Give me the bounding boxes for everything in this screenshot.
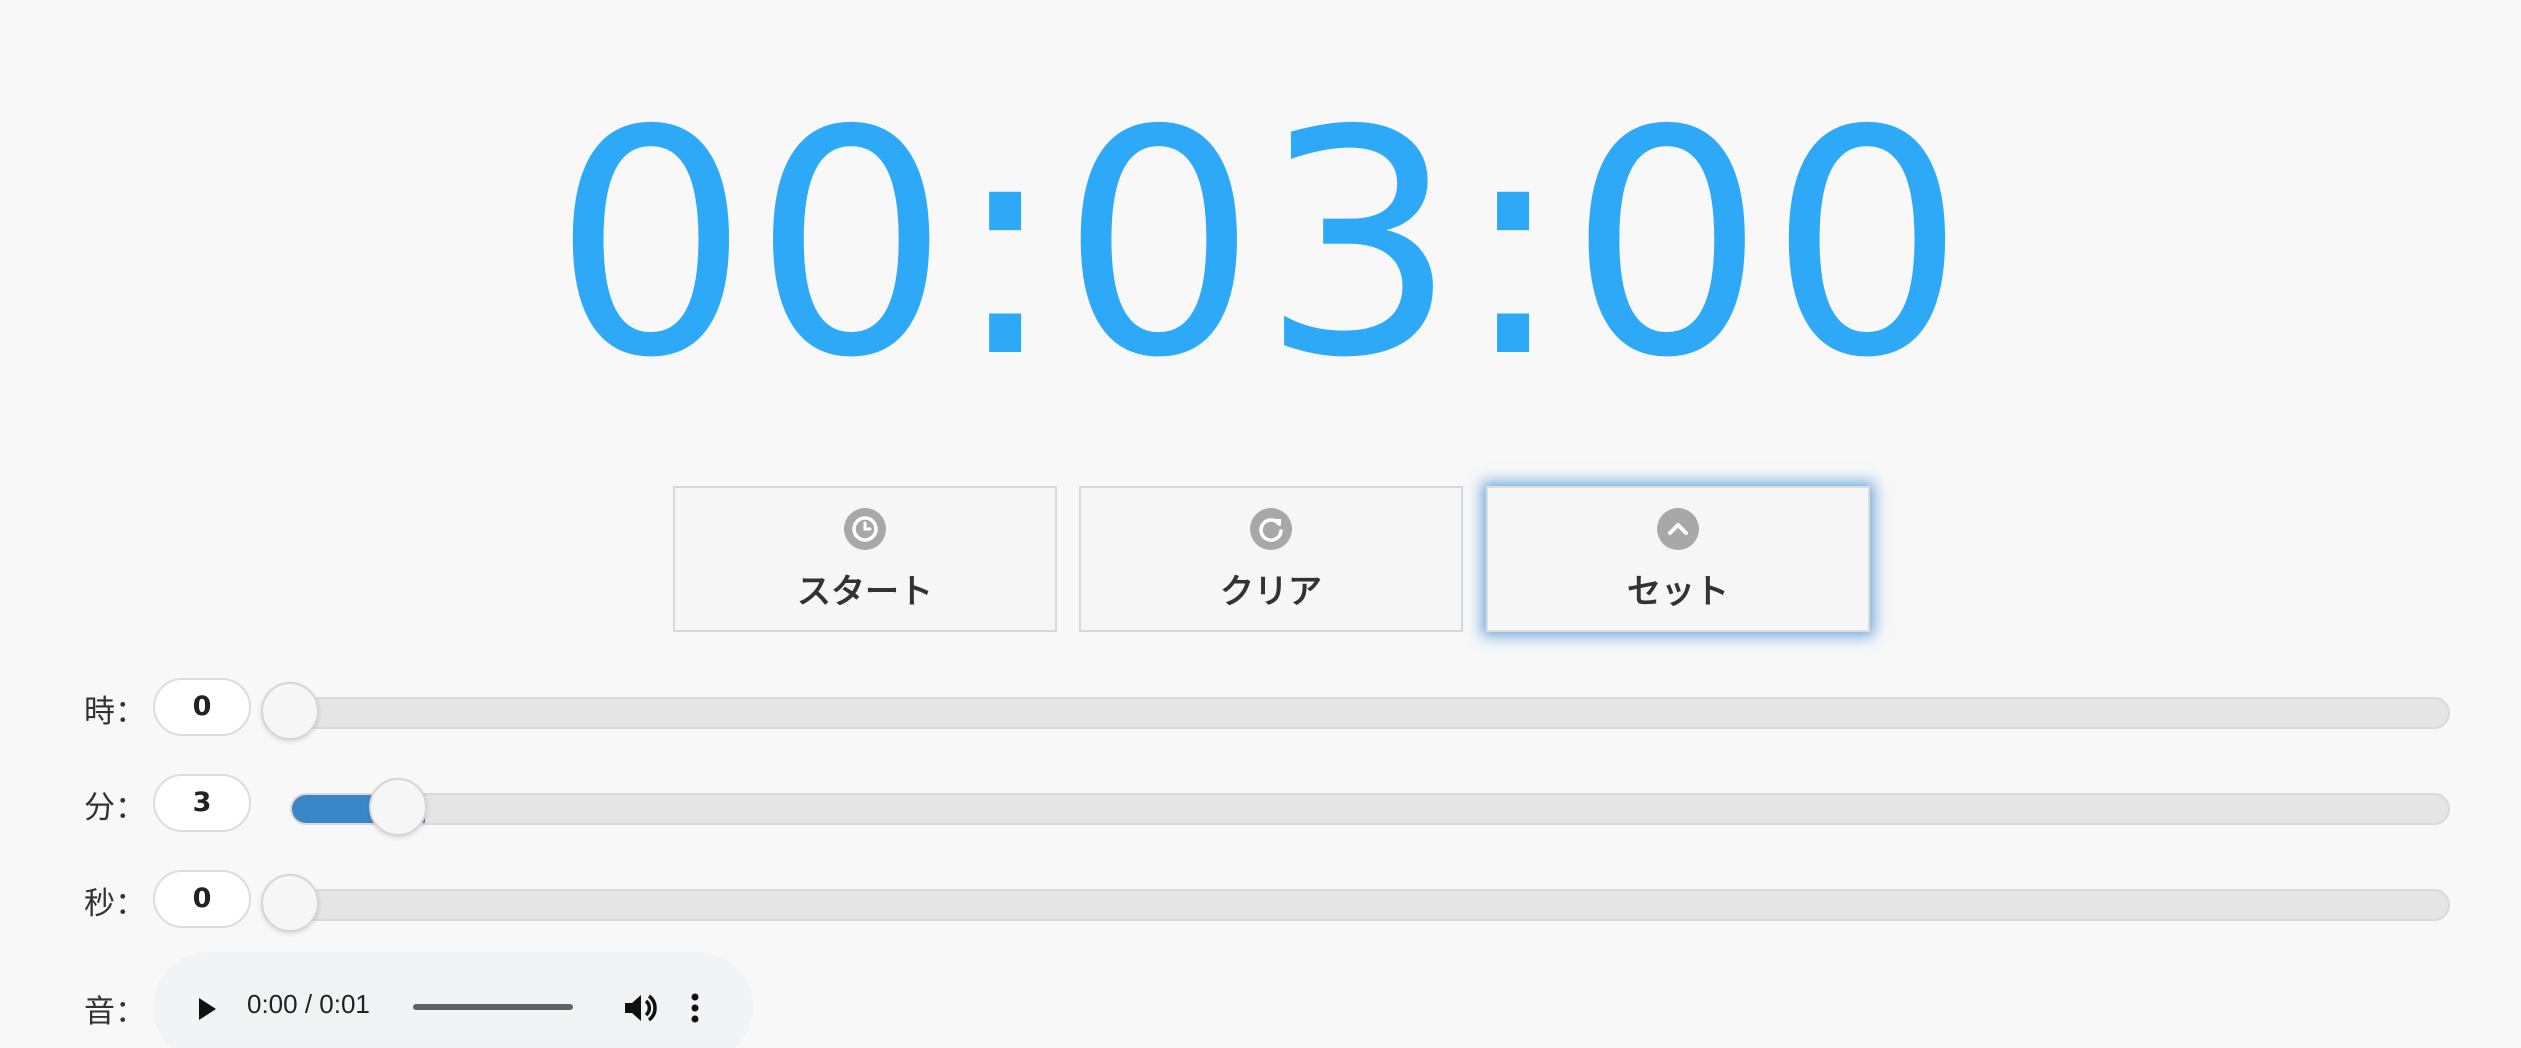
play-icon[interactable] [191, 994, 221, 1024]
clear-button[interactable]: クリア [1079, 486, 1463, 632]
audio-progress-bar[interactable] [413, 1004, 573, 1010]
volume-icon[interactable] [620, 988, 660, 1028]
hours-slider-track[interactable] [290, 697, 2450, 729]
refresh-icon [1250, 508, 1292, 550]
timer-page: 00:03:00 スタート クリア セット 時： 0 分： 3 秒： 0 音： … [0, 0, 2521, 1048]
seconds-slider-track[interactable] [290, 889, 2450, 921]
minutes-slider-thumb[interactable] [369, 778, 427, 836]
hours-row: 時： 0 [0, 678, 2521, 740]
seconds-row: 秒： 0 [0, 870, 2521, 932]
hours-value[interactable]: 0 [153, 678, 251, 736]
seconds-label: 秒： [84, 886, 146, 922]
minutes-label: 分： [84, 790, 146, 826]
minutes-slider-track[interactable] [290, 793, 2450, 825]
start-button[interactable]: スタート [673, 486, 1057, 632]
chevron-up-icon [1657, 508, 1699, 550]
clock-icon [844, 508, 886, 550]
audio-time: 0:00 / 0:01 [247, 989, 370, 1019]
minutes-value[interactable]: 3 [153, 774, 251, 832]
more-vert-icon[interactable] [685, 988, 705, 1028]
start-button-label: スタート [797, 572, 933, 612]
audio-label: 音： [84, 994, 146, 1030]
minutes-row: 分： 3 [0, 774, 2521, 836]
set-button[interactable]: セット [1486, 486, 1870, 632]
audio-player: 0:00 / 0:01 [153, 952, 753, 1048]
audio-row: 音： 0:00 / 0:01 [0, 952, 2521, 1048]
hours-label: 時： [84, 694, 146, 730]
seconds-slider-thumb[interactable] [261, 874, 319, 932]
clear-button-label: クリア [1220, 572, 1322, 612]
timer-display: 00:03:00 [552, 65, 1969, 426]
set-button-label: セット [1627, 572, 1729, 612]
seconds-value[interactable]: 0 [153, 870, 251, 928]
hours-slider-thumb[interactable] [261, 682, 319, 740]
